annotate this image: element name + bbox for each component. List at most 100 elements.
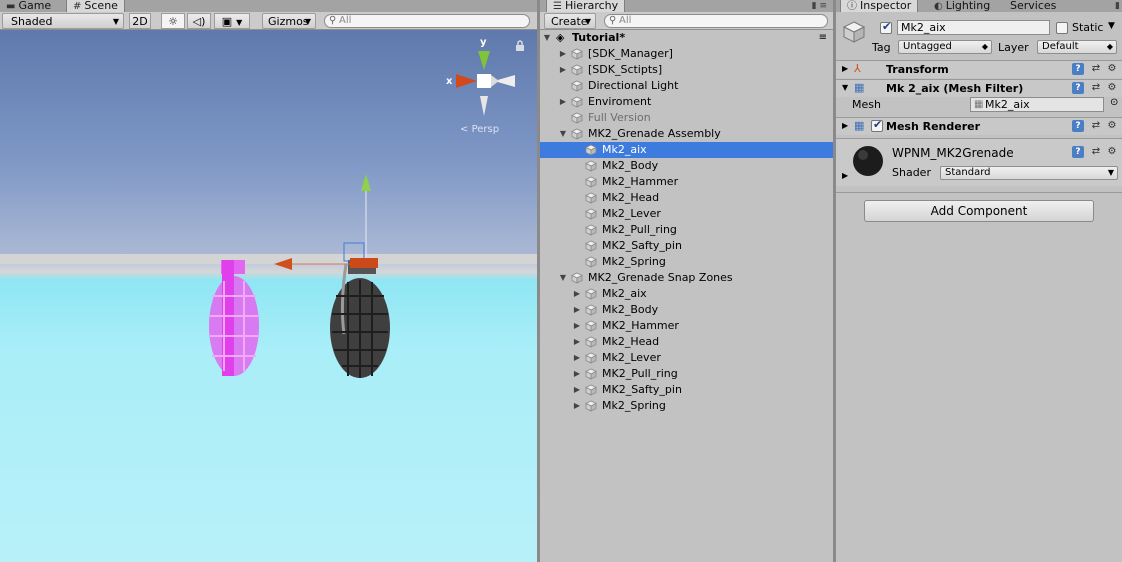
add-component-button[interactable]: Add Component (864, 200, 1094, 222)
layer-dropdown[interactable]: Default ◆ (1037, 40, 1117, 54)
transform-component-header[interactable]: ▶ ⅄ Transform ? ⇄ ⚙ (836, 60, 1122, 78)
effects-dropdown[interactable]: ▣ ▼ (214, 13, 250, 29)
collapse-arrow-icon[interactable]: ▶ (558, 62, 568, 78)
2d-toggle-button[interactable]: 2D (129, 13, 151, 29)
shader-dropdown[interactable]: Standard ▼ (940, 166, 1118, 180)
preset-icon[interactable]: ⇄ (1090, 146, 1102, 158)
z-move-handle[interactable] (350, 258, 378, 268)
foldout-arrow-icon[interactable]: ▶ (842, 121, 848, 130)
hierarchy-row[interactable]: ▶ [SDK_Sctipts] (540, 62, 833, 78)
y-move-handle[interactable] (361, 174, 371, 191)
hierarchy-row[interactable]: ▶ Mk2_Spring (540, 398, 833, 414)
gizmos-dropdown[interactable]: Gizmos ▼ (262, 13, 316, 29)
expand-arrow-icon[interactable]: ▼ (542, 30, 552, 46)
collapse-arrow-icon[interactable]: ▶ (572, 286, 582, 302)
create-dropdown[interactable]: Create ▼ (544, 13, 596, 29)
tab-scene[interactable]: # Scene (66, 0, 125, 12)
hierarchy-row[interactable]: Mk2_Pull_ring (540, 222, 833, 238)
x-axis-cone[interactable] (456, 74, 477, 88)
hierarchy-row[interactable]: ▶ MK2_Pull_ring (540, 366, 833, 382)
hierarchy-row[interactable]: MK2_Safty_pin (540, 238, 833, 254)
help-icon[interactable]: ? (1072, 63, 1084, 75)
panel-lock-menu-icon[interactable]: ▮ (1115, 0, 1120, 12)
move-tool-handles[interactable] (270, 170, 382, 280)
audio-toggle-button[interactable]: ◁) (187, 13, 211, 29)
collapse-arrow-icon[interactable]: ▶ (572, 318, 582, 334)
active-checkbox[interactable] (880, 20, 892, 34)
static-dropdown-arrow-icon[interactable]: ▼ (1108, 21, 1115, 31)
hierarchy-row[interactable]: ▶ MK2_Safty_pin (540, 382, 833, 398)
y-axis-cone[interactable] (478, 51, 490, 70)
hierarchy-row[interactable]: ▶ MK2_Hammer (540, 318, 833, 334)
gear-icon[interactable]: ⚙ (1106, 146, 1118, 158)
hierarchy-row[interactable]: Mk2_Head (540, 190, 833, 206)
hierarchy-row[interactable]: Mk2_Lever (540, 206, 833, 222)
mesh-renderer-component-header[interactable]: ▶ ▦ Mesh Renderer ? ⇄ ⚙ (836, 117, 1122, 135)
object-picker-icon[interactable]: ⊙ (1110, 97, 1118, 108)
tab-inspector[interactable]: ⓘ Inspector (840, 0, 919, 12)
scene-root-row[interactable]: ▼ ◈ Tutorial* ≡ (540, 30, 833, 46)
gizmo-center-cube[interactable] (477, 74, 491, 88)
object-name-field[interactable]: Mk2_aix (897, 20, 1050, 35)
collapse-arrow-icon[interactable]: ▶ (572, 334, 582, 350)
collapse-arrow-icon[interactable]: ▶ (572, 382, 582, 398)
collapse-arrow-icon[interactable]: ▶ (558, 46, 568, 62)
collapse-arrow-icon[interactable]: ▶ (572, 350, 582, 366)
scene-viewport[interactable]: y x < Persp (0, 30, 537, 562)
ghost-grenade-model[interactable] (204, 256, 270, 380)
hierarchy-row[interactable]: Mk2_aix (540, 142, 833, 158)
x-move-handle[interactable] (274, 258, 292, 270)
lighting-toggle-button[interactable]: ☼ (161, 13, 185, 29)
static-checkbox[interactable] (1056, 22, 1068, 34)
hierarchy-row[interactable]: Mk2_Hammer (540, 174, 833, 190)
help-icon[interactable]: ? (1072, 82, 1084, 94)
collapse-arrow-icon[interactable]: ▶ (572, 398, 582, 414)
hierarchy-row[interactable]: ▼ MK2_Grenade Snap Zones (540, 270, 833, 286)
hierarchy-row[interactable]: Directional Light (540, 78, 833, 94)
collapse-arrow-icon[interactable]: ▶ (558, 94, 568, 110)
hierarchy-row[interactable]: Mk2_Spring (540, 254, 833, 270)
mesh-object-field[interactable]: ▦ Mk2_aix (970, 97, 1104, 112)
gear-icon[interactable]: ⚙ (1106, 82, 1118, 94)
preset-icon[interactable]: ⇄ (1090, 82, 1102, 94)
preset-icon[interactable]: ⇄ (1090, 63, 1102, 75)
hierarchy-search-input[interactable]: ⚲ All (604, 14, 828, 28)
hierarchy-row[interactable]: ▶ Mk2_Head (540, 334, 833, 350)
foldout-arrow-icon[interactable]: ▶ (842, 171, 848, 180)
collapse-arrow-icon[interactable]: ▶ (572, 302, 582, 318)
z-axis-cone[interactable] (491, 75, 499, 87)
tab-game[interactable]: ▬ Game (0, 0, 57, 12)
tab-services[interactable]: Services (1004, 0, 1062, 12)
hierarchy-row[interactable]: ▶ Mk2_Body (540, 302, 833, 318)
material-section[interactable]: ▶ WPNM_MK2Grenade ? ⇄ ⚙ Shader Standard ▼ (836, 138, 1122, 186)
hierarchy-row[interactable]: Full Version (540, 110, 833, 126)
panel-lock-menu-icon[interactable]: ▮ ≡ (812, 0, 827, 12)
hierarchy-row[interactable]: ▶ Mk2_aix (540, 286, 833, 302)
mesh-filter-component-header[interactable]: ▼ ▦ Mk 2_aix (Mesh Filter) ? ⇄ ⚙ (836, 79, 1122, 97)
help-icon[interactable]: ? (1072, 120, 1084, 132)
preset-icon[interactable]: ⇄ (1090, 120, 1102, 132)
foldout-arrow-icon[interactable]: ▼ (842, 83, 848, 92)
scene-search-input[interactable]: ⚲ All (324, 14, 530, 28)
hierarchy-row[interactable]: ▶ Enviroment (540, 94, 833, 110)
tab-hierarchy[interactable]: ☰ Hierarchy (546, 0, 626, 12)
hierarchy-row[interactable]: ▶ [SDK_Manager] (540, 46, 833, 62)
gear-icon[interactable]: ⚙ (1106, 63, 1118, 75)
scene-menu-icon[interactable]: ≡ (819, 30, 827, 46)
projection-label[interactable]: < Persp (460, 124, 499, 135)
shading-mode-dropdown[interactable]: Shaded ▼ (2, 13, 124, 29)
neg-y-axis-cone[interactable] (480, 96, 488, 116)
tab-lighting[interactable]: ◐ Lighting (928, 0, 996, 12)
expand-arrow-icon[interactable]: ▼ (558, 126, 568, 142)
help-icon[interactable]: ? (1072, 146, 1084, 158)
orientation-gizmo[interactable]: y x (442, 36, 522, 116)
gear-icon[interactable]: ⚙ (1106, 120, 1118, 132)
foldout-arrow-icon[interactable]: ▶ (842, 64, 848, 73)
tag-dropdown[interactable]: Untagged ◆ (898, 40, 992, 54)
collapse-arrow-icon[interactable]: ▶ (572, 366, 582, 382)
hierarchy-row[interactable]: ▶ Mk2_Lever (540, 350, 833, 366)
hierarchy-row[interactable]: ▼ MK2_Grenade Assembly (540, 126, 833, 142)
mesh-renderer-enabled-checkbox[interactable] (871, 118, 883, 132)
hierarchy-row[interactable]: Mk2_Body (540, 158, 833, 174)
expand-arrow-icon[interactable]: ▼ (558, 270, 568, 286)
